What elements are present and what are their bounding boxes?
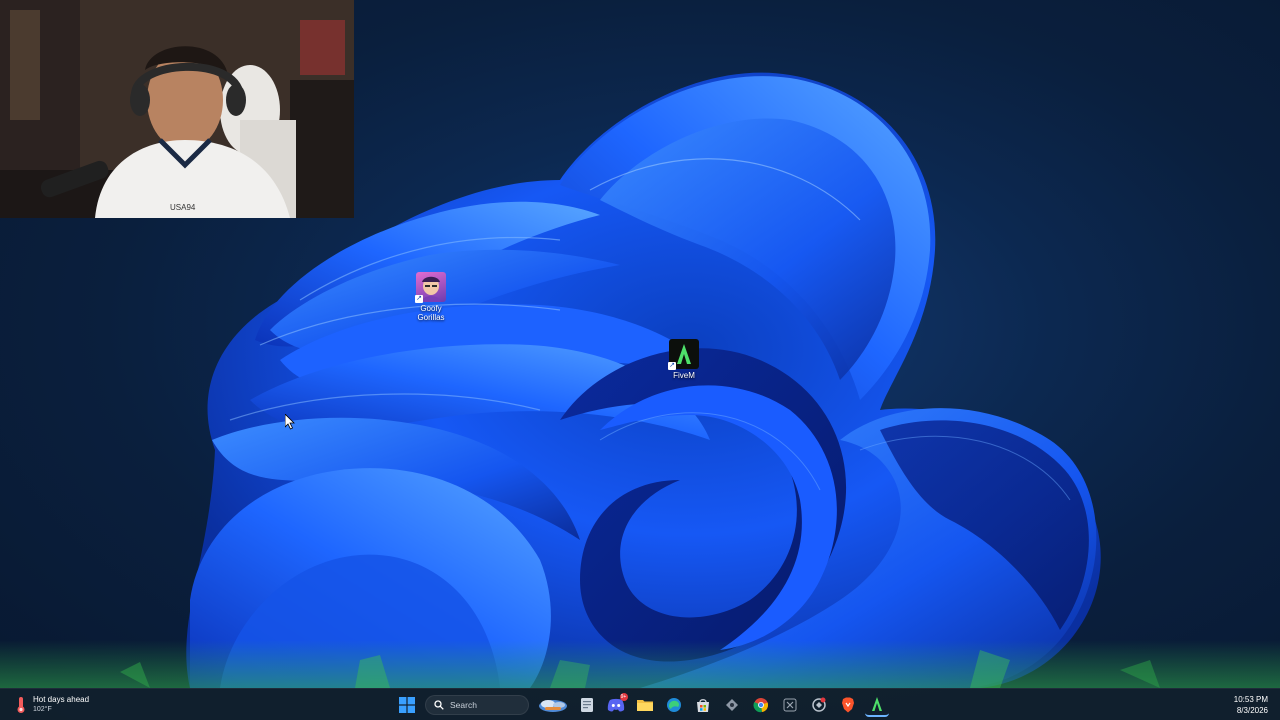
system-clock[interactable]: 10:53 PM 8/3/2026: [1234, 694, 1268, 716]
taskbar: Hot days ahead 102°F Search 9+ 10:53 PM …: [0, 688, 1280, 720]
weather-headline: Hot days ahead: [33, 695, 90, 704]
taskbar-app-brave[interactable]: [836, 693, 860, 717]
goofy-gorillas-app-icon: ↗: [415, 272, 446, 303]
start-windows-icon: [398, 697, 415, 713]
fivem-taskbar-icon: [871, 697, 882, 711]
taskbar-app-file-explorer[interactable]: [633, 693, 657, 717]
file-explorer-icon: [636, 700, 653, 711]
app-circle-icon: [811, 697, 826, 712]
thermometer-icon: [17, 697, 25, 713]
search-placeholder: Search: [450, 700, 477, 710]
clock-date: 8/3/2026: [1236, 706, 1268, 715]
search-icon: [434, 700, 444, 710]
app-icon: [725, 699, 738, 711]
webcam-overlay: USA94: [0, 0, 354, 218]
weather-widget[interactable]: Hot days ahead 102°F: [14, 693, 89, 717]
clock-time: 10:53 PM: [1233, 695, 1268, 704]
taskbar-app-fivem[interactable]: [864, 693, 889, 717]
taskbar-app-discord[interactable]: 9+: [604, 693, 628, 717]
streamer-webcam-image: USA94: [0, 0, 354, 218]
desktop-icon-fivem[interactable]: ↗ FiveM: [652, 339, 716, 380]
store-icon: [696, 699, 709, 712]
file-icon: [580, 698, 593, 712]
shortcut-arrow-icon: ↗: [415, 295, 423, 303]
start-button[interactable]: [395, 693, 419, 717]
taskbar-app-generic[interactable]: [720, 693, 744, 717]
svg-text:USA94: USA94: [170, 203, 196, 212]
chrome-icon: [753, 698, 768, 713]
weather-temperature: 102°F: [33, 706, 52, 713]
taskbar-app-chrome[interactable]: [749, 693, 773, 717]
discord-notification-badge: 9+: [619, 693, 628, 701]
taskbar-app-x[interactable]: [778, 693, 802, 717]
brave-icon: [841, 697, 854, 713]
taskbar-search-box[interactable]: Search: [425, 695, 529, 715]
widgets-icon: [538, 700, 567, 712]
taskbar-app-circle[interactable]: [807, 693, 831, 717]
taskbar-center: Search 9+: [392, 693, 891, 717]
edge-icon: [666, 698, 681, 712]
taskbar-app-store[interactable]: [691, 693, 715, 717]
desktop-icon-label-line1: FiveM: [673, 371, 695, 380]
taskbar-app-notes[interactable]: [575, 693, 599, 717]
widgets-button[interactable]: [536, 693, 570, 717]
mouse-cursor-icon: [285, 414, 295, 430]
desktop-icon-label-line2: Gorillas: [417, 313, 445, 322]
taskbar-app-edge[interactable]: [662, 693, 686, 717]
app-x-icon: [783, 698, 796, 712]
desktop-icon-label-line1: Goofy: [420, 304, 442, 313]
fivem-app-icon: ↗: [668, 339, 699, 370]
desktop-icon-goofy-gorillas[interactable]: ↗ Goofy Gorillas: [399, 272, 463, 322]
shortcut-arrow-icon: ↗: [668, 362, 676, 370]
